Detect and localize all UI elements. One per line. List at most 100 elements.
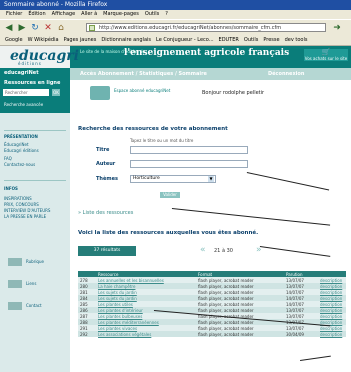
resource-title[interactable]: Les associations végétales [96, 331, 196, 337]
theme-label: Thèmes [96, 176, 118, 182]
go-arrow-icon[interactable]: ➜ [332, 23, 342, 33]
sidebar-icon-link-contact[interactable]: Contact [8, 302, 42, 310]
sidebar-search-input[interactable]: Rechercher [3, 89, 49, 96]
menu-item[interactable]: Fichier [6, 11, 22, 17]
logout-link[interactable]: Déconnexion [268, 71, 304, 77]
chevron-down-icon: ▼ [208, 176, 214, 182]
description-link[interactable]: description [318, 331, 346, 337]
title-label: Titre [96, 147, 110, 153]
reload-icon[interactable]: ↻ [30, 23, 40, 33]
bookmark-item[interactable]: Presse [263, 37, 279, 43]
menu-item[interactable]: Marque-pages [103, 11, 139, 17]
forward-arrow-icon[interactable]: ▶ [17, 23, 27, 33]
description-link[interactable]: description [318, 313, 346, 319]
sidebar-infos-link[interactable]: INTERVIEW D'AUTEURS [4, 208, 50, 213]
author-label: Auteur [96, 161, 116, 167]
sidebar-infos-link[interactable]: PRIX, CONCOURS [4, 202, 39, 207]
bookmark-item[interactable]: EDUTER [219, 37, 239, 43]
resource-list-link[interactable]: » Liste des ressources [78, 210, 133, 216]
bookmarks-bar: Google W Wikipédia Pages jaunes Dictionnair… [0, 36, 351, 46]
sidebar-search-panel: Ressources en ligne Rechercher OK Recher… [0, 80, 70, 113]
bookmark-item[interactable]: Dictionnaire anglais [101, 37, 151, 43]
description-link[interactable]: description [318, 295, 346, 301]
banner-title: l'enseignement agricole français [124, 48, 290, 58]
rubrique-icon [8, 258, 22, 266]
sidebar-icon-label: Rubrique [26, 259, 44, 264]
description-link[interactable]: description [318, 283, 346, 289]
resource-list-label: Liste des ressources [82, 210, 134, 216]
table-row: 292 Les associations végétales flash playe… [78, 331, 346, 337]
main-content: Espace abonné educagriNet Bonjour rodolp… [76, 80, 348, 372]
description-link[interactable]: description [318, 301, 346, 307]
sidebar-section-presentation: PRÉSENTATION [4, 134, 38, 139]
description-link[interactable]: description [318, 307, 346, 313]
title-input[interactable] [130, 146, 248, 154]
welcome-message: Bonjour rodolphe pelletir [202, 90, 265, 96]
menu-item[interactable]: Aller à [81, 11, 97, 17]
sidebar-infos-link[interactable]: LA PRESSE EN PARLE [4, 214, 46, 219]
menu-bar: Fichier Édition Affichage Aller à Marque-pag… [0, 10, 351, 19]
sidebar-search-button[interactable]: OK [52, 89, 60, 96]
favicon-icon [89, 25, 95, 31]
window-title: Sommaire abonné - Mozilla Firefox [0, 0, 351, 10]
bookmark-item[interactable]: W Wikipédia [28, 37, 59, 43]
resource-date: 30/04/09 [284, 331, 318, 337]
theme-select-value: Horticulture [133, 176, 160, 181]
contact-icon [8, 302, 22, 310]
bookmark-item[interactable]: Le Conjugueur - Leco... [156, 37, 214, 43]
description-link[interactable]: description [318, 289, 346, 295]
results-count: 37 résultats [78, 246, 136, 256]
subscriber-space-icon [90, 86, 110, 100]
page-range: 21 à 30 [214, 248, 233, 254]
search-hint: Tapez le titre ou un mot du titre [130, 138, 194, 143]
sidebar-icon-label: Contact [26, 303, 42, 308]
bookmark-item[interactable]: Google [5, 37, 23, 43]
site-banner: educagri éditions Le site de la maison d… [0, 46, 351, 68]
home-icon[interactable]: ⌂ [56, 23, 66, 33]
menu-item[interactable]: Outils [145, 11, 159, 17]
description-link[interactable]: description [318, 277, 346, 283]
cart-icon: 🛒 [321, 48, 331, 56]
stop-icon[interactable]: ✕ [43, 23, 53, 33]
sidebar-section-infos: INFOS [4, 186, 18, 191]
sidebar-link-educagri-editions[interactable]: Educagri éditions [4, 148, 39, 153]
cart-button[interactable]: 🛒 Vos achats sur le site [304, 49, 348, 61]
sidebar-divider [4, 130, 66, 131]
browser-window: Sommaire abonné - Mozilla Firefox Fichie… [0, 0, 351, 372]
sidebar: educagriNet Ressources en ligne Recherch… [0, 68, 70, 372]
site-logo[interactable]: educagri éditions [0, 46, 79, 68]
breadcrumb[interactable]: Accès Abonnement / Statistiques / Sommai… [80, 71, 207, 77]
liens-icon [8, 280, 22, 288]
bookmark-item[interactable]: Outils [244, 37, 258, 43]
description-link[interactable]: description [318, 325, 346, 331]
sidebar-infos-link[interactable]: INSPIRATIONS [4, 196, 32, 201]
navigation-toolbar: ◀ ▶ ↻ ✕ ⌂ http://www.editions.educagri.f… [0, 19, 351, 37]
sidebar-link-faq[interactable]: FAQ [4, 156, 12, 161]
sidebar-icon-label: Liens [26, 281, 37, 286]
breadcrumb-bar: Accès Abonnement / Statistiques / Sommai… [70, 68, 351, 80]
menu-item[interactable]: Affichage [52, 11, 76, 17]
web-page: educagri éditions Le site de la maison d… [0, 46, 351, 372]
menu-item[interactable]: ? [165, 11, 168, 17]
url-text: http://www.editions.educagri.fr/educagri… [99, 25, 282, 31]
menu-item[interactable]: Édition [28, 11, 45, 17]
url-field[interactable]: http://www.editions.educagri.fr/educagri… [86, 23, 326, 32]
logo-subtitle: éditions [18, 61, 42, 66]
sidebar-icon-link-liens[interactable]: Liens [8, 280, 36, 288]
cart-label: Vos achats sur le site [304, 56, 348, 61]
sidebar-resources-title: Ressources en ligne [4, 80, 61, 86]
subscriber-space-label: Espace abonné educagriNet [114, 88, 171, 93]
theme-select[interactable]: Horticulture ▼ [130, 175, 216, 183]
search-button[interactable]: Valider [160, 192, 180, 198]
author-input[interactable] [130, 160, 248, 168]
advanced-search-link[interactable]: Recherche avancée [4, 102, 43, 107]
resource-id: 292 [78, 331, 96, 337]
back-arrow-icon[interactable]: ◀ [4, 23, 14, 33]
previous-page-button[interactable]: « [200, 245, 206, 255]
bookmark-item[interactable]: dev tools [285, 37, 308, 43]
sidebar-link-contact[interactable]: Contactez-nous [4, 162, 35, 167]
sidebar-link-educagrinet[interactable]: ÉducagriNet [4, 142, 29, 147]
sidebar-icon-link-rubrique[interactable]: Rubrique [8, 258, 44, 266]
bookmark-item[interactable]: Pages jaunes [64, 37, 97, 43]
results-table: Ressource Format Parution 278 Les annuell… [78, 271, 346, 337]
